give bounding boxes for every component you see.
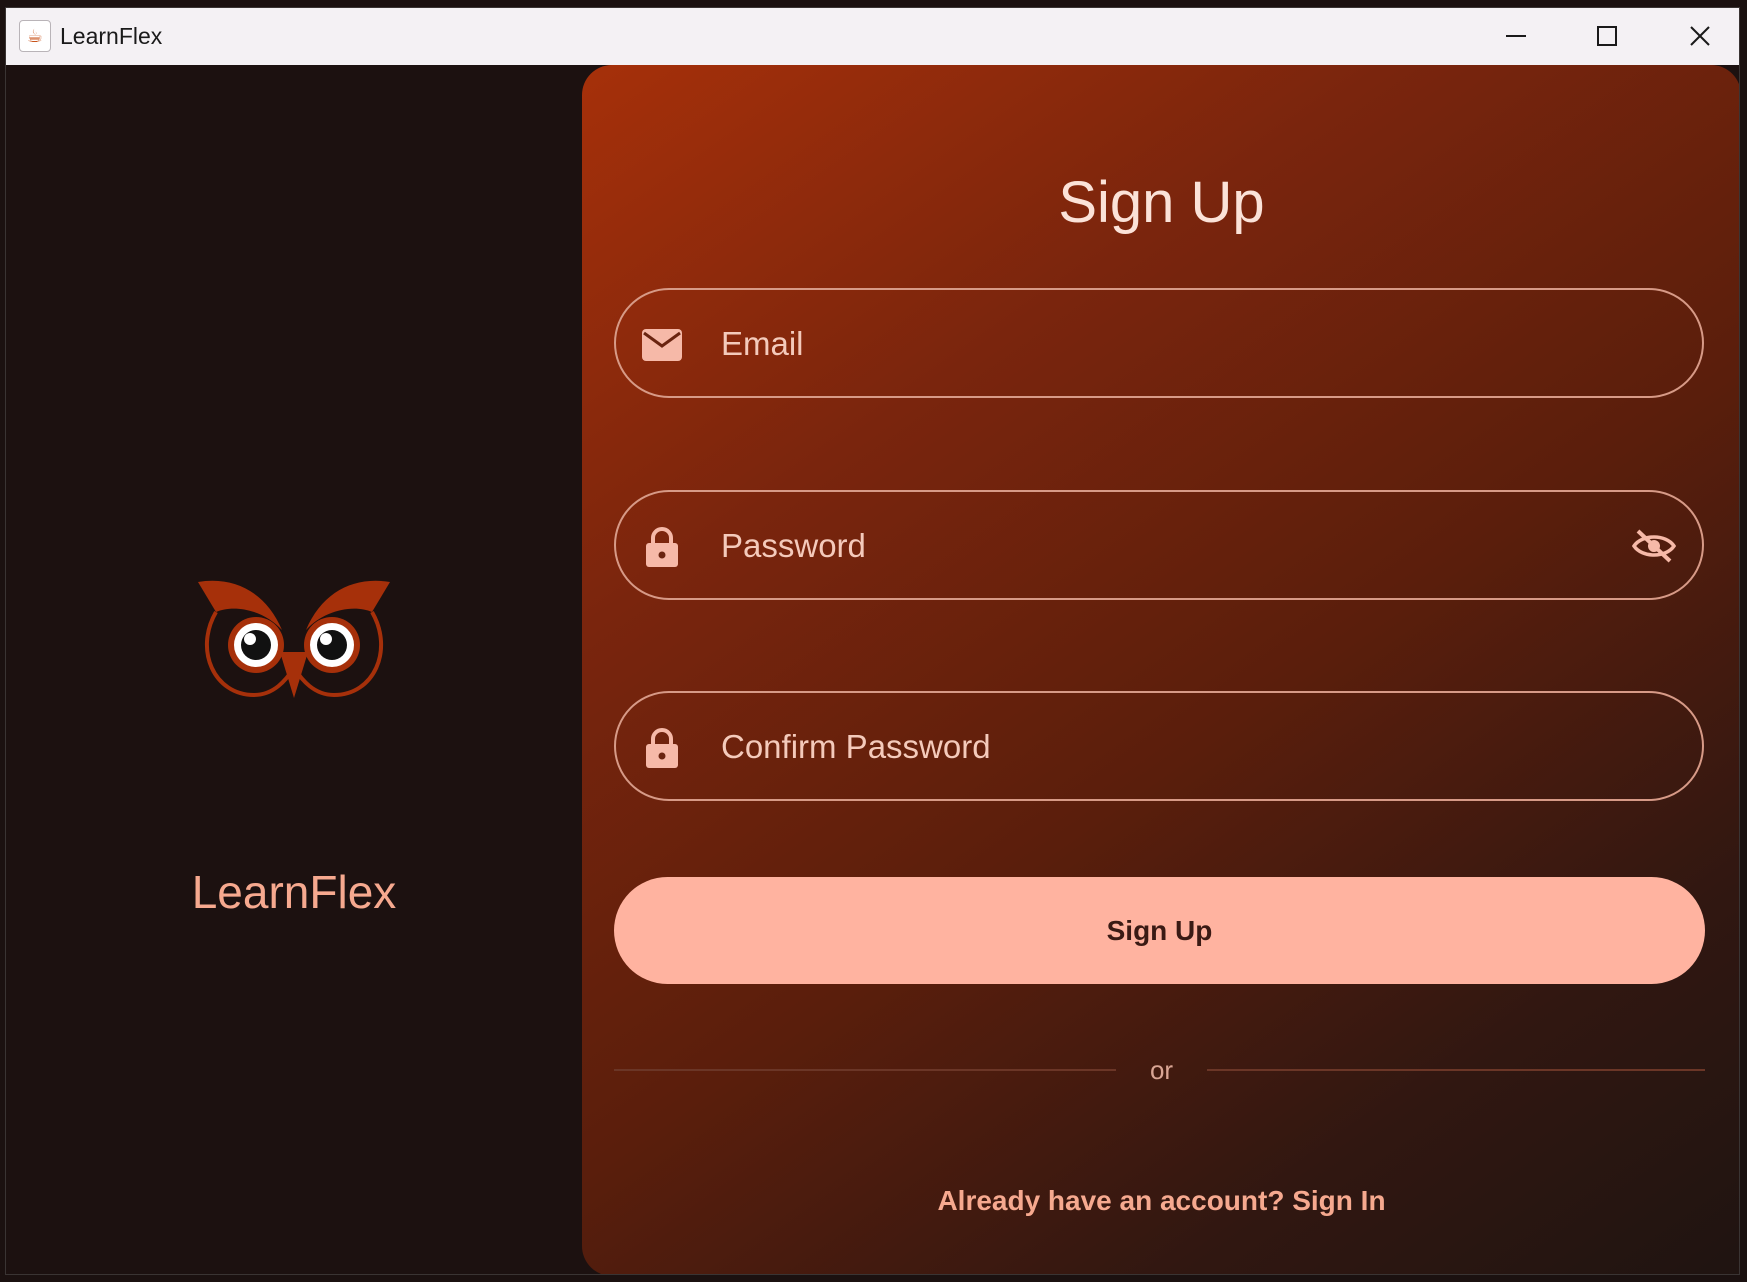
lock-icon — [642, 728, 682, 768]
maximize-button[interactable] — [1577, 16, 1637, 56]
owl-logo — [198, 580, 390, 698]
email-field[interactable] — [614, 288, 1704, 398]
password-field[interactable] — [614, 490, 1704, 600]
signin-link[interactable]: Already have an account? Sign In — [582, 1185, 1739, 1217]
confirm-password-input[interactable] — [719, 727, 1523, 767]
brand-name: LearnFlex — [191, 866, 397, 918]
minimize-button[interactable] — [1486, 16, 1546, 56]
email-input[interactable] — [719, 324, 1523, 364]
password-input[interactable] — [719, 526, 1523, 566]
confirm-password-field[interactable] — [614, 691, 1704, 801]
form-title: Sign Up — [1058, 170, 1265, 235]
signup-button[interactable]: Sign Up — [614, 877, 1705, 984]
title-bar: ☕ LearnFlex — [6, 8, 1739, 65]
minimize-icon — [1506, 35, 1526, 37]
lock-icon — [642, 527, 682, 567]
close-icon — [1690, 26, 1710, 46]
app-window: ☕ LearnFlex LearnFlex Sign Up Email Sign… — [5, 7, 1740, 1275]
divider-line-left — [614, 1069, 1116, 1071]
divider-or: or — [1149, 1055, 1174, 1085]
divider-line-right — [1207, 1069, 1705, 1071]
envelope-icon — [642, 327, 682, 363]
signup-panel: Sign Up Sign Up or Already ha — [582, 65, 1739, 1274]
close-button[interactable] — [1670, 16, 1730, 56]
window-title: LearnFlex — [60, 23, 163, 49]
java-app-icon: ☕ — [19, 20, 51, 52]
maximize-icon — [1597, 26, 1617, 46]
brand-panel: LearnFlex — [6, 65, 582, 1274]
eye-slash-icon[interactable] — [1630, 526, 1678, 566]
